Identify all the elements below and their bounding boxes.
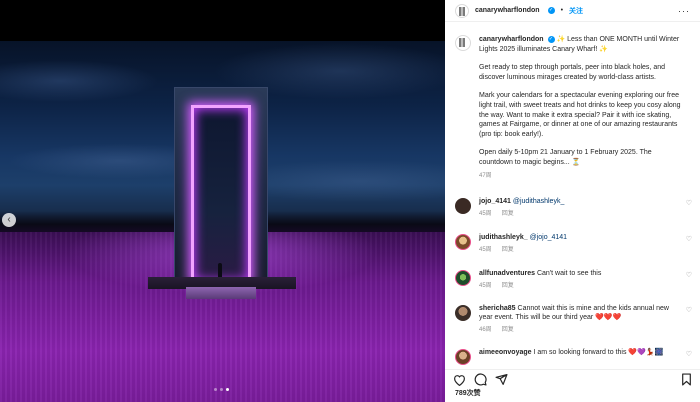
like-heart-icon[interactable] [453,374,466,386]
reply-button[interactable]: 回复 [502,210,514,219]
person-silhouette [218,263,222,277]
verified-badge-icon: ✓ [547,35,555,43]
account-avatar[interactable] [455,3,469,18]
reply-button[interactable]: 回复 [502,326,514,335]
carousel-dot [220,388,223,391]
dot-separator: • [560,7,564,14]
like-comment-heart-icon[interactable]: ♡ [686,235,692,243]
like-comment-heart-icon[interactable]: ♡ [686,306,692,314]
comments-scroll[interactable]: canarywharflondon ✓ ✨ Less than ONE MONT… [445,23,700,368]
comment-item: aimeeonvoyage I am so looking forward to… [445,348,700,366]
more-icon[interactable]: ··· [678,6,690,16]
commenter-avatar[interactable] [455,198,471,215]
post-details-panel: canarywharflondon ✓ • 关注 ··· canarywharf… [445,0,700,402]
comment-text: I am so looking forward to this ❤️💜💃🏽🎆 [533,349,664,357]
comment-item: judithashleyk_ @jojo_4141 45周 回复 ♡ [445,233,700,255]
post-header: canarywharflondon ✓ • 关注 ··· [445,0,700,22]
comment-item: allfunadventures Can't wait to see this … [445,269,700,291]
caption-avatar[interactable] [455,35,471,51]
likes-count[interactable]: 789次赞 [445,386,700,398]
commenter-avatar[interactable] [455,349,471,366]
reply-button[interactable]: 回复 [502,246,514,255]
comment-mention[interactable]: @jojo_4141 [530,234,567,241]
comment-item: jojo_4141 @judithashleyk_ 45周 回复 ♡ [445,197,700,219]
commenter-avatar[interactable] [455,234,471,251]
like-comment-heart-icon[interactable]: ♡ [686,199,692,207]
caption-username[interactable]: canarywharflondon [479,36,544,43]
like-comment-heart-icon[interactable]: ♡ [686,350,692,358]
comment-username[interactable]: jojo_4141 [479,198,511,205]
commenter-avatar[interactable] [455,270,471,287]
previous-slide-button[interactable]: ‹ [2,213,16,227]
post-photo[interactable] [0,41,445,402]
follow-button[interactable]: 关注 [569,6,583,16]
commenter-avatar[interactable] [455,305,471,322]
comment-text: Can't wait to see this [536,270,602,278]
portal-steps [186,287,256,299]
portal-neon-light [191,105,251,281]
post-media: ‹ [0,0,445,402]
comment-age: 45周 [479,211,492,218]
carousel-dot-active [226,388,229,391]
comment-username[interactable]: shericha85 [479,305,516,312]
comment-mention[interactable]: @judithashleyk_ [513,198,564,205]
caption-text-2: Get ready to step through portals, peer … [479,64,666,81]
comment-username[interactable]: aimeeonvoyage [479,349,532,356]
reply-button[interactable]: 回复 [502,282,514,291]
caption-age: 47周 [479,172,492,179]
like-comment-heart-icon[interactable]: ♡ [686,271,692,279]
comment-username[interactable]: judithashleyk_ [479,234,528,241]
comment-age: 45周 [479,247,492,254]
save-bookmark-icon[interactable] [681,373,692,386]
caption-text-3: Mark your calendars for a spectacular ev… [479,92,681,138]
carousel-dots [214,388,229,391]
post-actions: 789次赞 [445,369,700,402]
comment-age: 46周 [479,327,492,334]
account-username[interactable]: canarywharflondon [475,7,540,14]
comment-item: shericha85 Cannot wait this is mine and … [445,304,700,335]
verified-badge-icon: ✓ [547,7,555,14]
caption: canarywharflondon ✓ ✨ Less than ONE MONT… [445,23,700,181]
comment-bubble-icon[interactable] [474,373,487,386]
caption-text-4: Open daily 5-10pm 21 January to 1 Februa… [479,149,652,166]
comment-age: 45周 [479,283,492,290]
comment-username[interactable]: allfunadventures [479,270,535,277]
carousel-dot [214,388,217,391]
share-paper-plane-icon[interactable] [495,373,508,386]
